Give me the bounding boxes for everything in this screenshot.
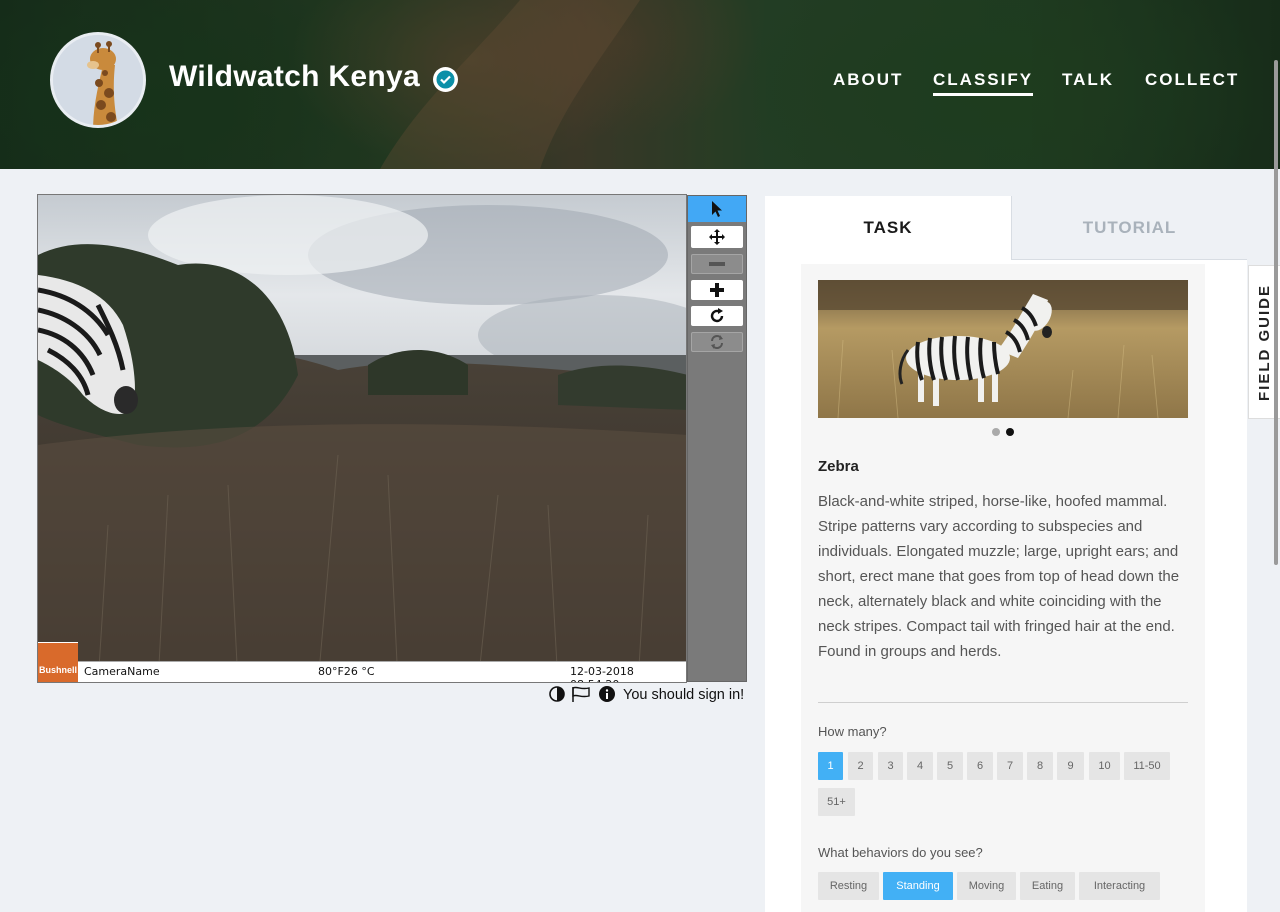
info-icon xyxy=(599,686,615,702)
how-many-option-7[interactable]: 7 xyxy=(997,752,1023,780)
verified-badge-icon xyxy=(433,67,458,92)
info-button[interactable] xyxy=(599,686,615,705)
how-many-option-9[interactable]: 9 xyxy=(1057,752,1084,780)
nav-talk[interactable]: TALK xyxy=(1062,70,1114,90)
subject-viewer[interactable]: Bushnell CameraName 80°F26 °C 12-03-2018… xyxy=(37,194,687,683)
how-many-label: How many? xyxy=(818,724,887,739)
how-many-option-51-plus[interactable]: 51+ xyxy=(818,788,855,816)
camera-info-strip: CameraName 80°F26 °C 12-03-2018 08:54:20 xyxy=(38,661,686,682)
carousel-dot-1[interactable] xyxy=(992,428,1000,436)
nav-about[interactable]: ABOUT xyxy=(833,70,903,90)
animal-description: Black-and-white striped, horse-like, hoo… xyxy=(818,493,1180,660)
invert-icon xyxy=(549,686,565,702)
behavior-option-eating[interactable]: Eating xyxy=(1020,872,1075,900)
project-avatar[interactable] xyxy=(50,32,146,128)
behavior-option-moving[interactable]: Moving xyxy=(957,872,1016,900)
tab-task[interactable]: TASK xyxy=(765,196,1011,260)
animal-name: Zebra xyxy=(818,458,859,475)
how-many-option-8[interactable]: 8 xyxy=(1027,752,1053,780)
task-panel: TASK TUTORIAL Zebra Black-and-white stri… xyxy=(765,196,1247,912)
flag-icon xyxy=(572,686,590,702)
rotate-icon xyxy=(710,308,724,323)
tab-tutorial[interactable]: TUTORIAL xyxy=(1011,196,1247,260)
how-many-option-11-50[interactable]: 11-50 xyxy=(1124,752,1170,780)
behavior-option-standing[interactable]: Standing xyxy=(883,872,953,900)
field-guide-label: FIELD GUIDE xyxy=(1256,283,1274,401)
scrollbar-thumb[interactable] xyxy=(1274,60,1278,565)
pointer-icon xyxy=(712,201,722,217)
nav-classify[interactable]: CLASSIFY xyxy=(933,70,1034,96)
nav-collect[interactable]: COLLECT xyxy=(1145,70,1239,90)
bushnell-logo: Bushnell xyxy=(38,642,78,682)
zoom-out-icon xyxy=(709,262,725,266)
behaviors-label: What behaviors do you see? xyxy=(818,845,983,860)
camera-name-label: CameraName xyxy=(84,665,160,678)
move-icon xyxy=(709,229,725,245)
zoom-in-icon xyxy=(710,283,724,297)
rotate-button[interactable] xyxy=(691,306,743,326)
divider xyxy=(818,702,1188,703)
reset-button[interactable] xyxy=(691,332,743,352)
move-tool-button[interactable] xyxy=(691,226,743,248)
temperature-label: 80°F26 °C xyxy=(318,665,375,678)
reset-icon xyxy=(711,335,723,349)
flag-button[interactable] xyxy=(572,686,590,705)
page-scrollbar[interactable] xyxy=(1272,0,1280,912)
zoom-in-button[interactable] xyxy=(691,280,743,300)
how-many-option-6[interactable]: 6 xyxy=(967,752,993,780)
behavior-option-interacting[interactable]: Interacting xyxy=(1079,872,1160,900)
how-many-option-2[interactable]: 2 xyxy=(848,752,873,780)
camera-trap-image[interactable] xyxy=(38,195,687,683)
how-many-option-1[interactable]: 1 xyxy=(818,752,843,780)
carousel-dot-2[interactable] xyxy=(1006,428,1014,436)
sign-in-prompt[interactable]: You should sign in! xyxy=(623,687,744,703)
how-many-option-10[interactable]: 10 xyxy=(1089,752,1120,780)
project-title[interactable]: Wildwatch Kenya xyxy=(169,60,420,94)
zebra-image xyxy=(818,280,1188,418)
zoom-out-button[interactable] xyxy=(691,254,743,274)
how-many-option-3[interactable]: 3 xyxy=(878,752,903,780)
timestamp-label: 12-03-2018 08:54:20 xyxy=(570,665,634,682)
field-guide-card: Zebra Black-and-white striped, horse-lik… xyxy=(801,264,1205,912)
pointer-tool-button[interactable] xyxy=(688,196,746,222)
how-many-option-5[interactable]: 5 xyxy=(937,752,963,780)
image-toolbar xyxy=(687,195,747,682)
how-many-option-4[interactable]: 4 xyxy=(907,752,933,780)
invert-colors-button[interactable] xyxy=(549,686,565,705)
behavior-option-resting[interactable]: Resting xyxy=(818,872,879,900)
